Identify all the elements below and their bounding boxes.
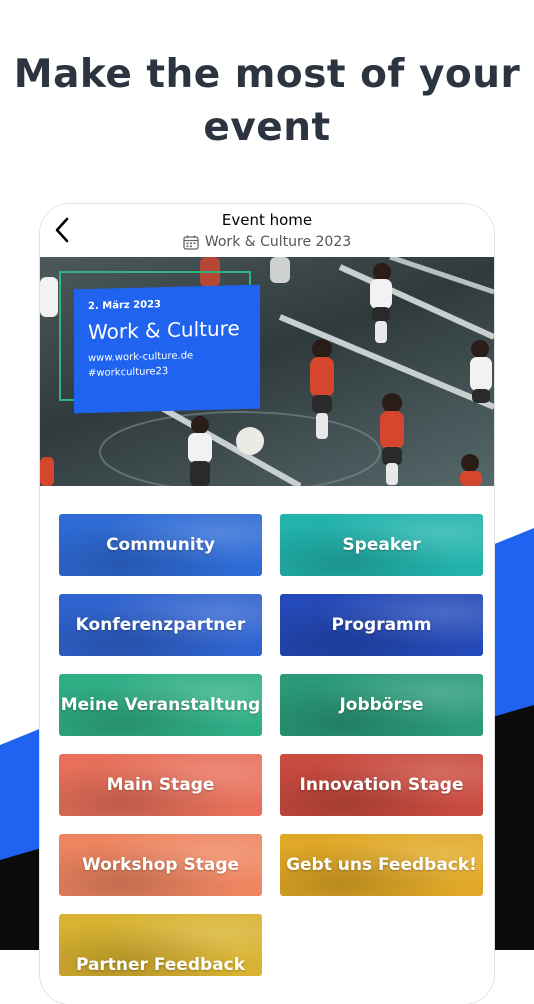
tile-speaker[interactable]: Speaker — [280, 514, 483, 576]
event-name: Work & Culture 2023 — [204, 234, 352, 250]
headline-line-2: event — [203, 105, 331, 150]
tile-label: Main Stage — [106, 775, 215, 795]
tile-jobboerse[interactable]: Jobbörse — [280, 674, 483, 736]
event-subtitle: Work & Culture 2023 — [40, 234, 494, 250]
tile-label: Innovation Stage — [299, 775, 464, 795]
top-bar: Event home Work & Culture 2023 — [40, 204, 494, 257]
tile-community[interactable]: Community — [59, 514, 262, 576]
tile-label: Speaker — [342, 535, 421, 555]
tile-label: Gebt uns Feedback! — [286, 855, 477, 875]
page-title: Event home — [221, 211, 313, 229]
tile-feedback[interactable]: Gebt uns Feedback! — [280, 834, 483, 896]
tile-workshop-stage[interactable]: Workshop Stage — [59, 834, 262, 896]
tile-innovation-stage[interactable]: Innovation Stage — [280, 754, 483, 816]
tile-label: Konferenzpartner — [75, 615, 246, 635]
headline-line-1: Make the most of your — [13, 52, 521, 97]
tile-label: Partner Feedback — [75, 955, 246, 975]
phone-screen: Event home Work & Culture 2023 2. März 2… — [40, 204, 494, 1004]
event-date: 2. März 2023 — [88, 299, 162, 313]
tile-programm[interactable]: Programm — [280, 594, 483, 656]
event-hashtag: #workculture23 — [88, 365, 169, 380]
tile-meine-veranstaltung[interactable]: Meine Veranstaltung — [59, 674, 262, 736]
tile-label: Jobbörse — [339, 695, 424, 715]
tile-partner-feedback[interactable]: Partner Feedback — [59, 914, 262, 976]
tile-label: Programm — [331, 615, 432, 635]
tile-label: Workshop Stage — [81, 855, 240, 875]
event-title-card: 2. März 2023 Work & Culture www.work-cul… — [74, 284, 260, 414]
event-hero-banner: 2. März 2023 Work & Culture www.work-cul… — [40, 257, 494, 486]
event-website: www.work-culture.de — [88, 350, 194, 365]
tile-label: Meine Veranstaltung — [60, 695, 261, 715]
event-title: Work & Culture — [88, 316, 240, 345]
tile-label: Community — [106, 535, 215, 555]
tile-konferenzpartner[interactable]: Konferenzpartner — [59, 594, 262, 656]
page-headline: Make the most of your event — [0, 48, 534, 154]
calendar-icon — [183, 235, 199, 250]
tile-main-stage[interactable]: Main Stage — [59, 754, 262, 816]
